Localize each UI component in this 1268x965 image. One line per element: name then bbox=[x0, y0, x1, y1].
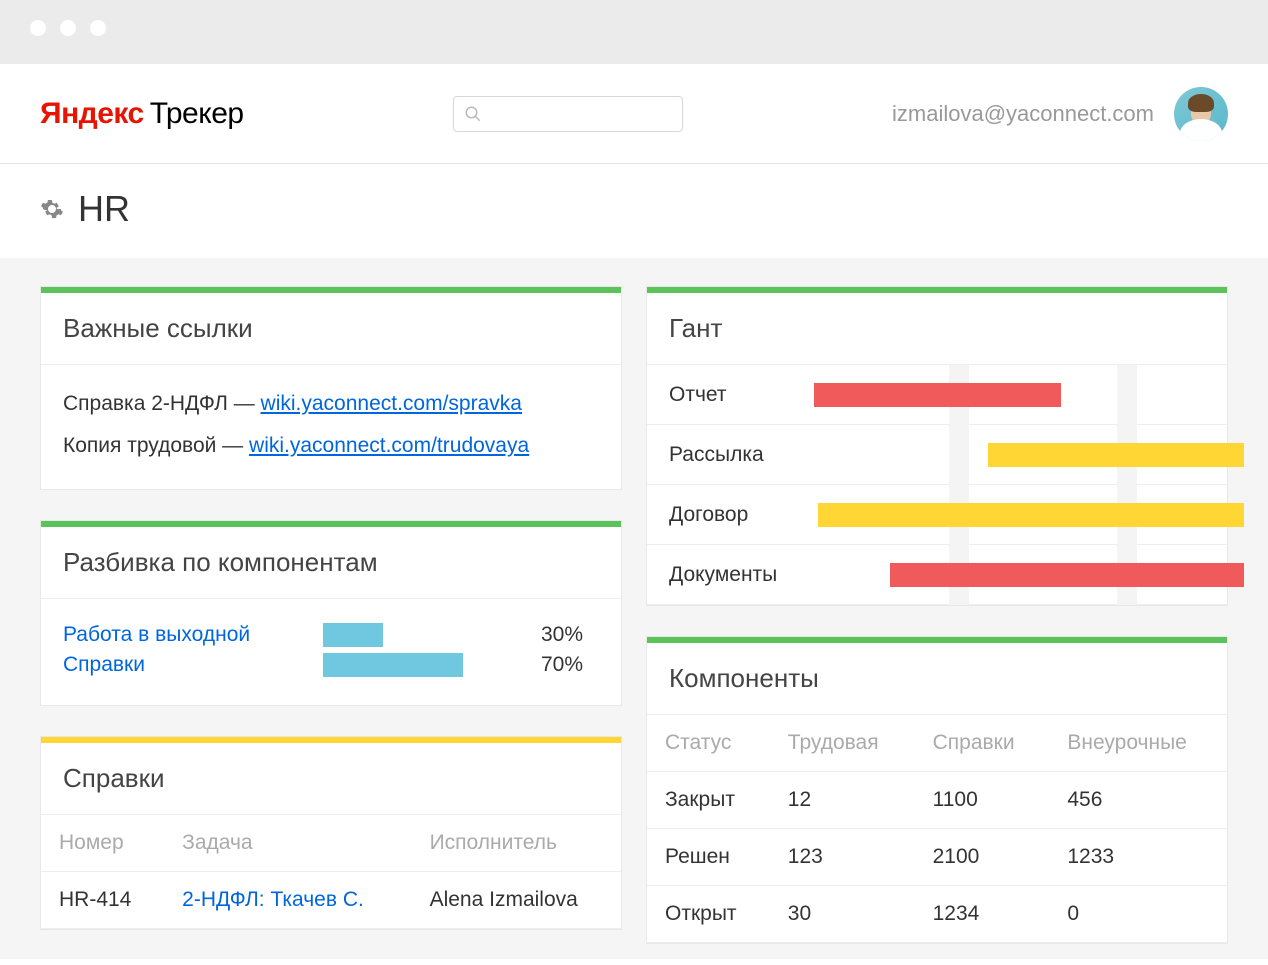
gantt-row: Рассылка bbox=[647, 425, 1227, 485]
table-cell: 30 bbox=[770, 886, 915, 943]
dashboard-content: Важные ссылки Справка 2-НДФЛ — wiki.yaco… bbox=[0, 258, 1268, 959]
card-title: Гант bbox=[647, 293, 1227, 365]
breakdown-card: Разбивка по компонентам Работа в выходно… bbox=[40, 520, 622, 706]
breakdown-label[interactable]: Работа в выходной bbox=[63, 623, 323, 647]
window-dot[interactable] bbox=[60, 20, 76, 36]
gantt-bar[interactable] bbox=[890, 563, 1244, 587]
card-title: Компоненты bbox=[647, 643, 1227, 715]
gantt-bar[interactable] bbox=[988, 443, 1244, 467]
table-cell: 123 bbox=[770, 829, 915, 886]
gantt-label: Рассылка bbox=[647, 443, 801, 467]
avatar[interactable] bbox=[1174, 87, 1228, 141]
table-cell: Решен bbox=[647, 829, 770, 886]
table-cell: 2100 bbox=[915, 829, 1050, 886]
col-header: Статус bbox=[647, 715, 770, 772]
breakdown-row: Справки 70% bbox=[63, 653, 599, 677]
breakdown-row: Работа в выходной 30% bbox=[63, 623, 599, 647]
issue-task[interactable]: 2-НДФЛ: Ткачев С. bbox=[164, 872, 411, 929]
table-row[interactable]: HR-414 2-НДФЛ: Ткачев С. Alena Izmailova bbox=[41, 872, 621, 929]
links-card: Важные ссылки Справка 2-НДФЛ — wiki.yaco… bbox=[40, 286, 622, 490]
search-icon bbox=[464, 105, 482, 123]
table-cell: 12 bbox=[770, 772, 915, 829]
gantt-track bbox=[801, 545, 1227, 605]
window-chrome bbox=[0, 0, 1268, 64]
gantt-track bbox=[801, 425, 1227, 485]
link-prefix: Справка 2-НДФЛ — bbox=[63, 392, 261, 415]
page-title: HR bbox=[78, 188, 130, 230]
col-header: Задача bbox=[164, 815, 411, 872]
components-table: СтатусТрудоваяСправкиВнеурочныеЗакрыт121… bbox=[647, 715, 1227, 943]
gear-icon[interactable] bbox=[40, 197, 64, 221]
spravki-table: Номер Задача Исполнитель HR-414 2-НДФЛ: … bbox=[41, 815, 621, 929]
gantt-label: Документы bbox=[647, 563, 801, 587]
gantt-bar[interactable] bbox=[814, 383, 1061, 407]
col-header: Номер bbox=[41, 815, 164, 872]
breakdown-bar bbox=[323, 653, 463, 677]
window-dot[interactable] bbox=[30, 20, 46, 36]
gantt-row: Отчет bbox=[647, 365, 1227, 425]
table-cell: 1233 bbox=[1049, 829, 1227, 886]
page-title-bar: HR bbox=[0, 164, 1268, 258]
col-header: Справки bbox=[915, 715, 1050, 772]
breakdown-bar-track bbox=[323, 653, 523, 677]
col-header: Исполнитель bbox=[412, 815, 621, 872]
table-cell: Закрыт bbox=[647, 772, 770, 829]
table-cell: 456 bbox=[1049, 772, 1227, 829]
gantt-track bbox=[801, 485, 1227, 545]
table-row[interactable]: Закрыт121100456 bbox=[647, 772, 1227, 829]
gantt-row: Договор bbox=[647, 485, 1227, 545]
col-header: Внеурочные bbox=[1049, 715, 1227, 772]
wiki-link[interactable]: wiki.yaconnect.com/spravka bbox=[261, 392, 522, 415]
logo-product: Трекер bbox=[150, 97, 244, 131]
breakdown-label[interactable]: Справки bbox=[63, 653, 323, 677]
app-header: Яндекс Трекер izmailova@yaconnect.com bbox=[0, 64, 1268, 164]
gantt-row: Документы bbox=[647, 545, 1227, 605]
search-input[interactable] bbox=[453, 96, 683, 132]
gantt-track bbox=[801, 365, 1227, 425]
link-row: Копия трудовой — wiki.yaconnect.com/trud… bbox=[63, 425, 599, 467]
gantt-bar[interactable] bbox=[818, 503, 1244, 527]
link-prefix: Копия трудовой — bbox=[63, 434, 249, 457]
logo[interactable]: Яндекс Трекер bbox=[40, 97, 244, 131]
card-title: Справки bbox=[41, 743, 621, 815]
table-row[interactable]: Открыт3012340 bbox=[647, 886, 1227, 943]
user-email[interactable]: izmailova@yaconnect.com bbox=[892, 101, 1154, 127]
col-header: Трудовая bbox=[770, 715, 915, 772]
breakdown-value: 70% bbox=[541, 653, 583, 677]
components-card: Компоненты СтатусТрудоваяСправкиВнеурочн… bbox=[646, 636, 1228, 944]
spravki-card: Справки Номер Задача Исполнитель HR-414 … bbox=[40, 736, 622, 930]
window-dot[interactable] bbox=[90, 20, 106, 36]
breakdown-value: 30% bbox=[541, 623, 583, 647]
table-row[interactable]: Решен12321001233 bbox=[647, 829, 1227, 886]
card-title: Разбивка по компонентам bbox=[41, 527, 621, 599]
table-cell: 1100 bbox=[915, 772, 1050, 829]
table-cell: 1234 bbox=[915, 886, 1050, 943]
table-cell: Открыт bbox=[647, 886, 770, 943]
table-cell: 0 bbox=[1049, 886, 1227, 943]
gantt-label: Договор bbox=[647, 503, 801, 527]
issue-assignee: Alena Izmailova bbox=[412, 872, 621, 929]
gantt-label: Отчет bbox=[647, 383, 801, 407]
link-row: Справка 2-НДФЛ — wiki.yaconnect.com/spra… bbox=[63, 383, 599, 425]
issue-id: HR-414 bbox=[41, 872, 164, 929]
card-title: Важные ссылки bbox=[41, 293, 621, 365]
breakdown-bar bbox=[323, 623, 383, 647]
gantt-card: Гант Отчет Рассылка Договор Документы bbox=[646, 286, 1228, 606]
wiki-link[interactable]: wiki.yaconnect.com/trudovaya bbox=[249, 434, 529, 457]
logo-brand: Яндекс bbox=[40, 97, 144, 131]
breakdown-bar-track bbox=[323, 623, 523, 647]
